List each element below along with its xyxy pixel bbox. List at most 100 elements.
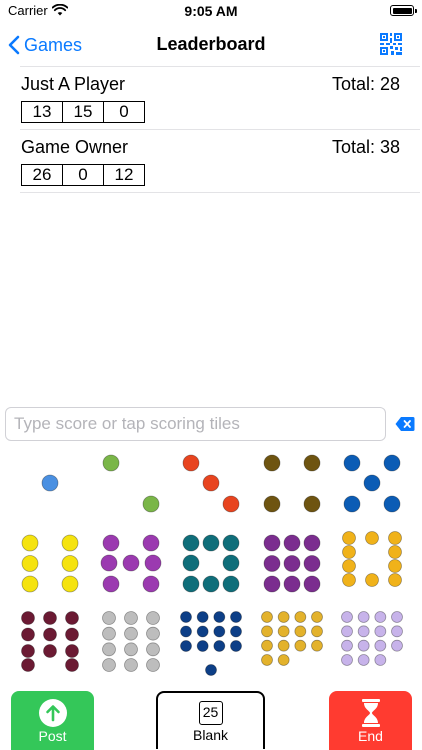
- pip: [41, 474, 59, 492]
- pip: [65, 658, 79, 672]
- scoring-tile-10[interactable]: [332, 528, 412, 606]
- pip: [202, 575, 220, 593]
- round-scores: 26 0 12: [21, 164, 145, 186]
- pip: [123, 658, 138, 672]
- pip: [145, 642, 160, 657]
- pip: [21, 555, 39, 572]
- scoring-tile-7[interactable]: [91, 528, 171, 606]
- pip: [202, 474, 220, 492]
- pip: [365, 531, 379, 545]
- pip: [374, 639, 387, 652]
- bottom-action-bar: Post 25 Blank End: [0, 690, 422, 750]
- pip: [101, 611, 116, 625]
- pip: [260, 611, 273, 623]
- pip: [101, 626, 116, 641]
- pip: [293, 611, 306, 623]
- pip: [383, 454, 401, 472]
- scoring-tile-2[interactable]: [91, 448, 171, 526]
- pip: [341, 625, 353, 638]
- pip: [180, 611, 192, 623]
- round-score: 12: [103, 165, 144, 185]
- scoring-tile-3[interactable]: [171, 448, 251, 526]
- blank-button[interactable]: 25 Blank: [156, 691, 265, 749]
- navigation-bar: Games Leaderboard: [0, 24, 422, 66]
- delete-backward-button[interactable]: [395, 416, 415, 437]
- pip: [310, 625, 323, 638]
- pip: [142, 575, 159, 593]
- scoring-tile-5[interactable]: [332, 448, 412, 526]
- scoring-tile-8[interactable]: [171, 528, 251, 606]
- scoring-tile-13[interactable]: [171, 608, 251, 686]
- pip: [101, 642, 116, 657]
- scoring-tile-11[interactable]: [10, 608, 90, 686]
- pip: [341, 654, 353, 666]
- pip: [260, 639, 273, 652]
- pip: [342, 559, 356, 573]
- pip: [277, 639, 290, 652]
- post-button-label: Post: [38, 728, 67, 744]
- pip: [391, 611, 403, 623]
- pip: [277, 625, 290, 638]
- round-score: 15: [62, 102, 103, 122]
- scoring-tile-12[interactable]: [91, 608, 171, 686]
- pip: [263, 555, 280, 572]
- pips-4-icon: [263, 454, 320, 513]
- qr-code-button[interactable]: [380, 33, 402, 55]
- tile-row: [0, 608, 422, 688]
- player-name: Game Owner: [21, 137, 129, 157]
- player-row[interactable]: Just A Player Total: 28 13 15 0: [20, 66, 420, 129]
- blank-value-badge: 25: [198, 701, 223, 725]
- scoring-tile-4[interactable]: [252, 448, 332, 526]
- scoring-tile-14[interactable]: [252, 608, 332, 686]
- pip: [357, 654, 370, 666]
- page-title: Leaderboard: [156, 34, 266, 54]
- scoring-tile-15[interactable]: [332, 608, 412, 686]
- scoring-tile-1[interactable]: [10, 448, 90, 526]
- pip: [303, 575, 320, 593]
- end-button[interactable]: End: [329, 691, 412, 750]
- player-row[interactable]: Game Owner Total: 38 26 0 12: [20, 129, 420, 193]
- score-input[interactable]: [5, 407, 386, 441]
- pip: [341, 639, 353, 652]
- pip: [123, 642, 138, 657]
- pip: [283, 575, 300, 593]
- pip: [61, 555, 79, 572]
- pip: [388, 545, 402, 559]
- pip: [100, 554, 117, 572]
- post-button[interactable]: Post: [11, 691, 94, 750]
- leaderboard-list: Just A Player Total: 28 13 15 0 Game Own…: [20, 66, 420, 193]
- pip: [142, 495, 159, 513]
- pip: [260, 625, 273, 638]
- pip: [43, 611, 57, 625]
- pip: [144, 554, 161, 572]
- pip: [303, 495, 320, 513]
- pip: [202, 534, 220, 552]
- pip: [342, 573, 356, 587]
- pip: [182, 534, 200, 552]
- player-total: Total: 28: [331, 74, 400, 94]
- scoring-tile-6[interactable]: [10, 528, 90, 606]
- pip: [303, 454, 320, 472]
- pip: [123, 611, 138, 625]
- pip: [43, 644, 57, 658]
- tile-row: [0, 448, 422, 528]
- pip: [293, 639, 306, 652]
- pip: [182, 575, 200, 593]
- pip: [391, 639, 403, 652]
- pip: [213, 625, 226, 638]
- status-time: 9:05 AM: [184, 3, 238, 19]
- pip: [222, 554, 240, 572]
- pip: [303, 555, 320, 572]
- scoring-tile-9[interactable]: [252, 528, 332, 606]
- pip: [383, 495, 401, 513]
- pip: [61, 575, 79, 593]
- pip: [65, 611, 79, 625]
- pips-13-icon: [180, 611, 242, 676]
- pip: [222, 534, 240, 552]
- pip: [365, 573, 379, 587]
- player-total: Total: 38: [331, 137, 400, 157]
- round-score: 13: [32, 102, 52, 121]
- pip: [374, 625, 387, 638]
- battery-icon: [390, 5, 417, 16]
- pips-9-icon: [263, 534, 320, 593]
